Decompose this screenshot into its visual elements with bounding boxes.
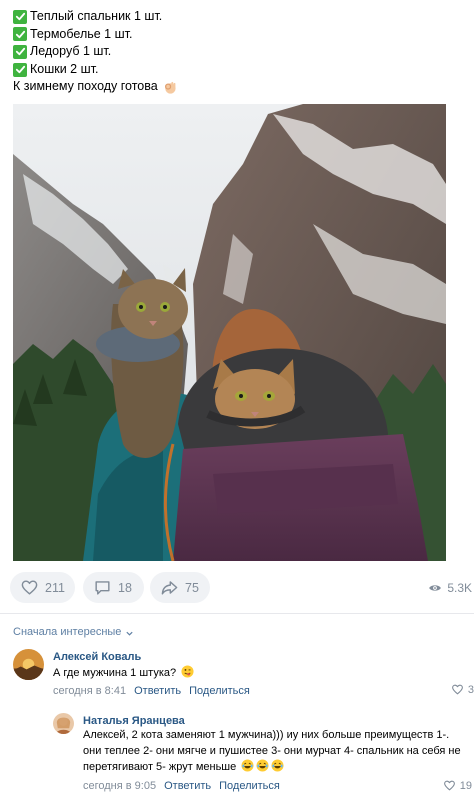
- comment-meta: сегодня в 8:41 Ответить Поделиться: [53, 685, 250, 697]
- heart-icon: [443, 780, 455, 791]
- comment-author[interactable]: Наталья Яранцева: [83, 715, 185, 727]
- post-actions: 211 18 75 5.3K: [10, 572, 474, 603]
- check-mark-icon: [13, 44, 27, 59]
- comment-author[interactable]: Алексей Коваль: [53, 651, 141, 663]
- comment-time[interactable]: сегодня в 8:41: [53, 685, 126, 697]
- post-photo[interactable]: [13, 104, 446, 561]
- share-link[interactable]: Поделиться: [219, 780, 280, 792]
- check-mark-icon: [13, 9, 27, 24]
- share-arrow-icon: [161, 581, 178, 595]
- laughing-tears-icon: [256, 759, 269, 772]
- sort-label: Сначала интересные: [13, 626, 122, 638]
- comment-button[interactable]: 18: [83, 572, 144, 603]
- divider: [0, 613, 474, 614]
- comment-item: Алексей Коваль А где мужчина 1 штука? се…: [13, 649, 474, 703]
- comment-icon: [95, 581, 110, 595]
- share-link[interactable]: Поделиться: [189, 685, 250, 697]
- comment-count: 18: [118, 580, 132, 595]
- laughing-tears-icon: [271, 759, 284, 772]
- checklist-label: Кошки 2 шт.: [30, 61, 99, 76]
- comment-text: Алексей, 2 кота заменяют 1 мужчина))) иу…: [83, 728, 463, 776]
- reply-link[interactable]: Ответить: [134, 685, 181, 697]
- comment-text: А где мужчина 1 штука?: [53, 665, 473, 682]
- comment-like-count: 3: [467, 683, 474, 696]
- checklist-item: Кошки 2 шт.: [13, 61, 453, 79]
- comment-meta: сегодня в 9:05 Ответить Поделиться: [83, 780, 280, 792]
- avatar[interactable]: [53, 713, 74, 734]
- comment-like-button[interactable]: 19: [443, 779, 472, 792]
- checklist-label: Термобелье 1 шт.: [30, 26, 133, 41]
- checklist-label: Теплый спальник 1 шт.: [30, 9, 163, 23]
- views-count: 5.3K: [447, 580, 472, 595]
- like-button[interactable]: 211: [10, 572, 75, 603]
- laughing-tears-icon: [241, 759, 254, 772]
- ok-hand-icon: [162, 80, 177, 95]
- checklist-item: Ледоруб 1 шт.: [13, 43, 453, 61]
- post-text: Теплый спальник 1 шт. Термобелье 1 шт. Л…: [13, 8, 453, 96]
- comments-sort-dropdown[interactable]: Сначала интересные: [13, 626, 134, 638]
- eye-icon: [429, 584, 442, 591]
- comment-time[interactable]: сегодня в 9:05: [83, 780, 156, 792]
- share-button[interactable]: 75: [150, 572, 210, 603]
- checklist-label: Ледоруб 1 шт.: [30, 44, 112, 59]
- check-mark-icon: [13, 62, 27, 77]
- comment-like-button[interactable]: 3: [451, 683, 474, 696]
- chevron-down-icon: [126, 631, 134, 636]
- tongue-wink-icon: [181, 665, 194, 678]
- check-mark-icon: [13, 27, 27, 42]
- post-closing-line: К зимнему походу готова: [13, 78, 453, 96]
- post-closing-text: К зимнему походу готова: [13, 79, 158, 94]
- reply-link[interactable]: Ответить: [164, 780, 211, 792]
- reply-item: Наталья Яранцева Алексей, 2 кота заменяю…: [53, 713, 474, 796]
- comment-like-count: 19: [459, 779, 472, 792]
- heart-icon: [451, 684, 463, 695]
- views-counter: 5.3K: [428, 572, 472, 603]
- comment-body: А где мужчина 1 штука?: [53, 667, 177, 679]
- checklist-item: Теплый спальник 1 шт.: [13, 8, 453, 26]
- checklist-item: Термобелье 1 шт.: [13, 26, 453, 44]
- share-count: 75: [185, 580, 199, 595]
- mountain-cats-photo: [13, 104, 446, 561]
- heart-icon: [21, 580, 38, 595]
- avatar[interactable]: [13, 649, 44, 680]
- like-count: 211: [45, 580, 65, 595]
